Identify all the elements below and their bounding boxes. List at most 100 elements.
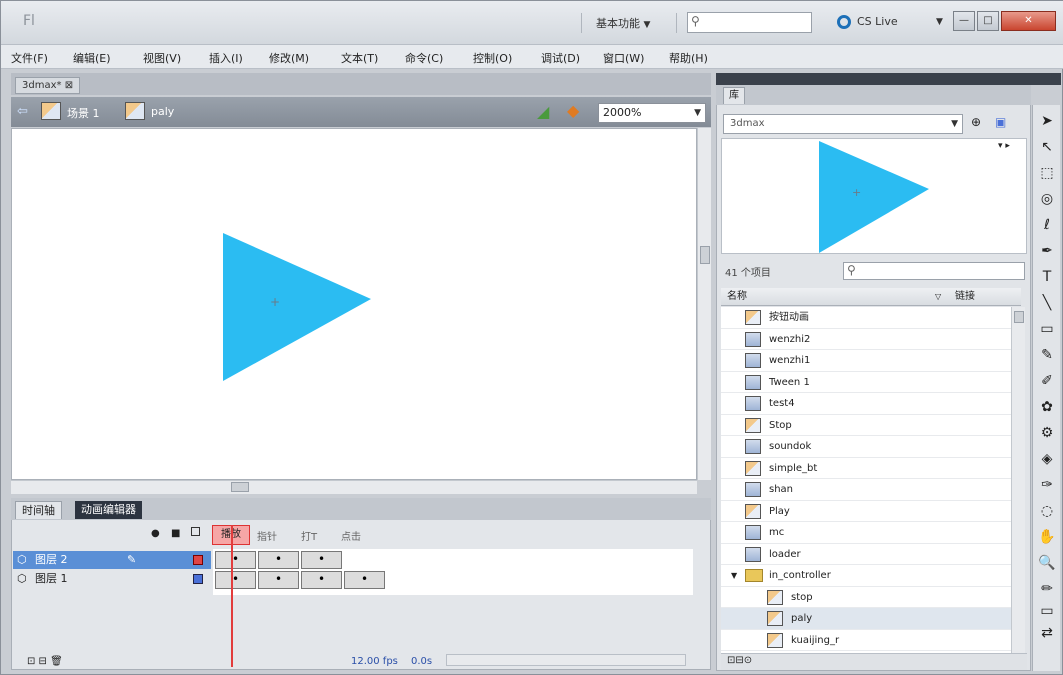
menu-text[interactable]: 文本(T): [341, 50, 378, 66]
document-tab[interactable]: 3dmax* ⊠: [15, 77, 81, 94]
menu-debug[interactable]: 调试(D): [541, 50, 580, 66]
new-library-panel-icon[interactable]: ▣: [995, 115, 1006, 129]
library-item[interactable]: wenzhi1: [721, 350, 1011, 372]
back-arrow-icon[interactable]: ⇦: [17, 104, 28, 119]
library-item[interactable]: soundok: [721, 436, 1011, 458]
library-vertical-scrollbar[interactable]: [1011, 307, 1025, 653]
zoom-icon[interactable]: 🔍: [1037, 553, 1057, 573]
library-item[interactable]: Play: [721, 501, 1011, 522]
lock-icon[interactable]: ■: [171, 528, 180, 539]
pin-icon[interactable]: ⊕: [971, 115, 981, 129]
cslive-icon[interactable]: [837, 15, 851, 29]
edit-scene-icon[interactable]: ◢: [537, 102, 549, 121]
menu-file[interactable]: 文件(F): [11, 50, 48, 66]
tab-timeline[interactable]: 时间轴: [15, 501, 62, 519]
eye-icon[interactable]: ●: [151, 528, 160, 539]
line-icon[interactable]: ╲: [1037, 293, 1057, 313]
bone-icon[interactable]: ⚙: [1037, 423, 1057, 443]
cslive-label[interactable]: CS Live: [857, 15, 898, 28]
column-linkage[interactable]: 链接: [955, 288, 975, 306]
layer-color-swatch[interactable]: [193, 574, 203, 584]
library-item[interactable]: 按钮动画: [721, 307, 1011, 329]
keyframe[interactable]: •: [258, 571, 299, 589]
tab-motion-editor[interactable]: 动画编辑器: [75, 501, 142, 519]
library-document-select[interactable]: 3dmax ▼: [723, 114, 963, 134]
keyframe[interactable]: •: [215, 571, 256, 589]
eyedropper-icon[interactable]: ✑: [1037, 475, 1057, 495]
help-search-input[interactable]: ⚲: [687, 12, 812, 33]
swap-icon[interactable]: ⇄: [1037, 623, 1057, 643]
tab-library[interactable]: 库: [723, 87, 745, 104]
pencil-icon[interactable]: ✎: [1037, 345, 1057, 365]
menu-edit[interactable]: 编辑(E): [73, 50, 111, 66]
library-search-input[interactable]: ⚲: [843, 262, 1025, 280]
keyframe[interactable]: •: [215, 551, 256, 569]
fill-color-icon[interactable]: ▭: [1037, 601, 1057, 621]
frame-rate-label[interactable]: 12.00 fps: [351, 656, 398, 667]
breadcrumb-scene[interactable]: 场景 1: [67, 105, 100, 121]
menu-modify[interactable]: 修改(M): [269, 50, 309, 66]
library-item[interactable]: mc: [721, 522, 1011, 544]
menu-commands[interactable]: 命令(C): [405, 50, 443, 66]
column-name[interactable]: 名称: [727, 288, 747, 306]
deco-icon[interactable]: ✿: [1037, 397, 1057, 417]
close-button[interactable]: ✕: [1001, 11, 1056, 31]
outline-icon[interactable]: [191, 527, 200, 536]
library-item[interactable]: loader: [721, 544, 1011, 565]
library-item[interactable]: test4: [721, 393, 1011, 415]
eraser-icon[interactable]: ◌: [1037, 501, 1057, 521]
expand-arrow-icon[interactable]: ▼: [731, 565, 737, 586]
free-transform-icon[interactable]: ⬚: [1037, 163, 1057, 183]
scroll-thumb[interactable]: [700, 246, 710, 264]
zoom-select[interactable]: 2000% ▼: [598, 103, 706, 123]
menu-view[interactable]: 视图(V): [143, 50, 181, 66]
keyframe[interactable]: •: [301, 571, 342, 589]
library-item[interactable]: stop: [721, 587, 1011, 608]
sort-arrow-icon[interactable]: ▽: [935, 288, 941, 306]
paint-bucket-icon[interactable]: ◈: [1037, 449, 1057, 469]
maximize-button[interactable]: □: [977, 11, 999, 31]
pen-icon[interactable]: ✒: [1037, 241, 1057, 261]
menu-window[interactable]: 窗口(W): [603, 50, 644, 66]
keyframe[interactable]: •: [258, 551, 299, 569]
stroke-color-icon[interactable]: ✏: [1037, 579, 1057, 599]
workspace-switcher[interactable]: 基本功能 ▼: [596, 15, 650, 31]
timeline-horizontal-scrollbar[interactable]: [446, 654, 686, 666]
library-item[interactable]: simple_bt: [721, 458, 1011, 479]
menu-insert[interactable]: 插入(I): [209, 50, 243, 66]
stage-horizontal-scrollbar[interactable]: [11, 480, 697, 494]
brush-icon[interactable]: ✐: [1037, 371, 1057, 391]
stage-canvas[interactable]: +: [11, 128, 697, 480]
layer-row-2[interactable]: 图层 2 ⬡ ✎: [13, 551, 211, 569]
timeline-frames[interactable]: • • • • • • •: [213, 549, 693, 595]
stage-vertical-scrollbar[interactable]: [697, 128, 711, 480]
scroll-thumb[interactable]: [1014, 311, 1024, 323]
library-item[interactable]: Tween 1: [721, 372, 1011, 393]
play-triangle-shape[interactable]: [223, 233, 371, 381]
library-item[interactable]: kuaijing_r: [721, 630, 1011, 651]
rectangle-icon[interactable]: ▭: [1037, 319, 1057, 339]
play-preview-icon[interactable]: ▾ ▸: [998, 141, 1010, 151]
selection-icon[interactable]: ➤: [1037, 111, 1057, 131]
new-symbol-icon[interactable]: ⊡⊟⊙: [727, 655, 752, 666]
library-item[interactable]: wenzhi2: [721, 329, 1011, 350]
scroll-thumb[interactable]: [231, 482, 249, 492]
edit-symbol-icon[interactable]: ◆: [567, 101, 579, 120]
breadcrumb-symbol[interactable]: paly: [151, 105, 174, 118]
layer-color-swatch[interactable]: [193, 555, 203, 565]
close-icon[interactable]: ⊠: [65, 80, 73, 91]
library-list[interactable]: 按钮动画 wenzhi2 wenzhi1 Tween 1 test4 Stop soundo…: [721, 307, 1011, 653]
text-icon[interactable]: T: [1037, 267, 1057, 287]
lasso-icon[interactable]: ℓ: [1037, 215, 1057, 235]
subselection-icon[interactable]: ↖: [1037, 137, 1057, 157]
library-item[interactable]: ▼ in_controller: [721, 565, 1011, 587]
menu-control[interactable]: 控制(O): [473, 50, 512, 66]
chevron-down-icon[interactable]: ▼: [936, 17, 943, 27]
library-column-header[interactable]: 名称 ▽ 链接: [721, 288, 1021, 306]
layer-row-1[interactable]: 图层 1 ⬡: [13, 570, 211, 588]
library-item[interactable]: paly: [721, 608, 1011, 630]
new-layer-icon[interactable]: ⊡ ⊟ 🗑: [27, 656, 63, 667]
keyframe[interactable]: •: [301, 551, 342, 569]
menu-help[interactable]: 帮助(H): [669, 50, 708, 66]
minimize-button[interactable]: —: [953, 11, 975, 31]
